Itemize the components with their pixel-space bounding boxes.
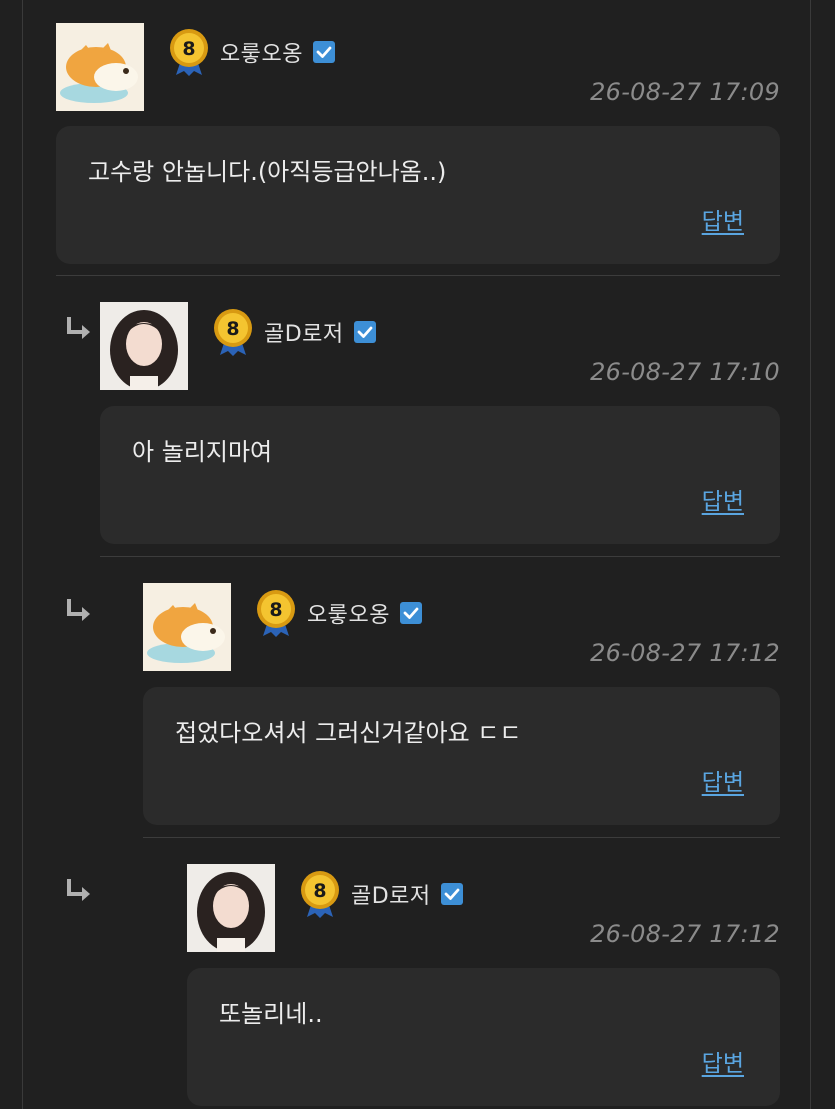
reply-button[interactable]: 답변: [702, 202, 744, 236]
comment-text: 또놀리네..: [219, 1000, 323, 1028]
level-badge-icon: 8: [297, 869, 343, 919]
reply-button[interactable]: 답변: [702, 763, 744, 797]
verified-check-icon: [440, 883, 463, 905]
comment-item: 8 오뤃오옹 26-08-27 17:09 고수랑 안놉니다.(아직등급안나옴.…: [56, 22, 780, 276]
author-name[interactable]: 오뤃오옹: [220, 36, 303, 68]
frame-left-border: [22, 0, 23, 1109]
hamster-avatar[interactable]: [143, 583, 231, 671]
svg-text:8: 8: [226, 318, 239, 340]
comment-text: 접었다오셔서 그러신거같아요 ㄷㄷ: [175, 719, 522, 747]
comment-item: 8 골D로저 26-08-27 17:12 또놀리네.. 답변: [187, 864, 780, 1109]
reply-arrow-icon: [64, 596, 94, 626]
comment-text: 고수랑 안놉니다.(아직등급안나옴..): [88, 158, 447, 186]
frame-right-border: [810, 0, 811, 1109]
comment-divider: [56, 275, 780, 276]
verified-check-icon: [399, 602, 422, 624]
comment-timestamp: 26-08-27 17:12: [590, 920, 780, 948]
reply-arrow-icon: [64, 876, 94, 906]
verified-check-icon: [312, 41, 335, 63]
comment-bubble: 아 놀리지마여 답변: [100, 406, 780, 544]
hamster-avatar[interactable]: [56, 23, 144, 111]
comment-timestamp: 26-08-27 17:12: [590, 639, 780, 667]
reply-button[interactable]: 답변: [702, 482, 744, 516]
comment-divider: [143, 837, 780, 838]
comment-item: 8 골D로저 26-08-27 17:10 아 놀리지마여 답변: [100, 302, 780, 556]
woman-avatar[interactable]: [187, 864, 275, 952]
comment-timestamp: 26-08-27 17:09: [590, 78, 780, 106]
verified-check-icon: [353, 321, 376, 343]
comment-bubble: 고수랑 안놉니다.(아직등급안나옴..) 답변: [56, 126, 780, 264]
svg-text:8: 8: [269, 599, 282, 621]
comment-text: 아 놀리지마여: [132, 438, 273, 466]
level-badge-icon: 8: [210, 307, 256, 357]
reply-button[interactable]: 답변: [702, 1044, 744, 1078]
comment-bubble: 접었다오셔서 그러신거같아요 ㄷㄷ 답변: [143, 687, 780, 825]
author-name[interactable]: 오뤃오옹: [307, 597, 390, 629]
level-badge-icon: 8: [253, 588, 299, 638]
comment-timestamp: 26-08-27 17:10: [590, 358, 780, 386]
author-name[interactable]: 골D로저: [351, 878, 431, 910]
comment-bubble: 또놀리네.. 답변: [187, 968, 780, 1106]
level-badge-icon: 8: [166, 27, 212, 77]
author-name[interactable]: 골D로저: [264, 316, 344, 348]
woman-avatar[interactable]: [100, 302, 188, 390]
svg-text:8: 8: [313, 880, 326, 902]
svg-text:8: 8: [182, 38, 195, 60]
comment-divider: [100, 556, 780, 557]
comment-item: 8 오뤃오옹 26-08-27 17:12 접었다오셔서 그러신거같아요 ㄷㄷ …: [143, 583, 780, 837]
reply-arrow-icon: [64, 314, 94, 344]
